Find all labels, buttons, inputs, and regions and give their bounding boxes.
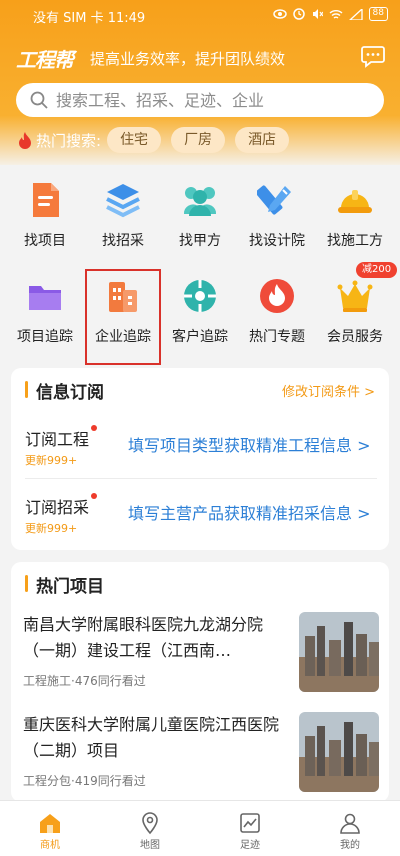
flame-icon: [19, 132, 31, 149]
edit-subscription-link[interactable]: 修改订阅条件 >: [282, 381, 375, 400]
house-icon: [40, 814, 60, 833]
signal-icon: [348, 8, 363, 20]
subscription-row[interactable]: 订阅工程 更新999+ 填写项目类型获取精准工程信息 >: [25, 420, 377, 480]
project-title: 南昌大学附属眼科医院九龙湖分院（一期）建设工程（江西南…: [23, 615, 264, 660]
hot-search-label: 热门搜索:: [36, 131, 102, 150]
project-meta: 工程分包·419同行看过: [23, 774, 146, 788]
eye-icon: [272, 9, 287, 19]
nav-item-me[interactable]: 我的: [300, 801, 400, 856]
vip-discount-badge: 减200: [356, 262, 398, 278]
status-bar: 没有 SIM 卡 11:49 88: [0, 0, 400, 30]
new-dot: [91, 493, 97, 499]
grid-item-project-tracking[interactable]: 项目追踪: [5, 266, 85, 356]
grid-label: 热门专题: [249, 329, 305, 345]
hot-projects-card: 热门项目 南昌大学附属眼科医院九龙湖分院（一期）建设工程（江西南… 工程施工·4…: [11, 562, 389, 802]
mute-icon: [312, 9, 323, 19]
subscription-action-link[interactable]: 填写主营产品获取精准招采信息 >: [128, 500, 371, 524]
grid-item-find-client[interactable]: 找甲方: [160, 170, 240, 260]
fire-icon: [260, 279, 294, 313]
grid-label: 会员服务: [327, 329, 383, 345]
search-input[interactable]: [56, 83, 366, 117]
nav-label: 我的: [340, 840, 360, 851]
grid-item-hot-topics[interactable]: 热门专题: [237, 266, 317, 356]
update-count: 更新999+: [25, 454, 78, 467]
project-thumbnail: [299, 612, 379, 692]
hot-projects-title: 热门项目: [25, 572, 104, 597]
nav-item-map[interactable]: 地图: [100, 801, 200, 856]
hardhat-icon: [338, 190, 372, 213]
grid-label: 找施工方: [327, 233, 383, 249]
subscription-name: 订阅招采: [25, 498, 90, 517]
status-icons: 88: [272, 7, 388, 21]
project-item[interactable]: 重庆医科大学附属儿童医院江西医院（二期）项目 工程分包·419同行看过: [23, 712, 379, 804]
person-icon: [340, 813, 360, 834]
project-title: 重庆医科大学附属儿童医院江西医院（二期）项目: [23, 715, 280, 760]
grid-item-vip-service[interactable]: 会员服务: [315, 266, 395, 356]
wifi-icon: [329, 9, 343, 19]
bottom-nav: 商机 地图 足迹 我的: [0, 800, 400, 856]
subscription-row[interactable]: 订阅招采 更新999+ 填写主营产品获取精准招采信息 >: [25, 488, 377, 548]
crown-icon: [337, 280, 373, 312]
selection-highlight: [85, 269, 161, 365]
new-dot: [91, 425, 97, 431]
grid-label: 找招采: [102, 233, 144, 249]
grid-label: 客户追踪: [172, 329, 228, 345]
alarm-icon: [292, 8, 305, 20]
subscription-action-link[interactable]: 填写项目类型获取精准工程信息 >: [128, 432, 371, 456]
brand-row: 工程帮 提高业务效率，提升团队绩效: [16, 42, 386, 74]
trend-chart-icon: [240, 813, 260, 833]
nav-label: 地图: [140, 840, 160, 851]
nav-label: 足迹: [240, 840, 260, 851]
grid-label: 找项目: [24, 233, 66, 249]
target-icon: [184, 280, 216, 312]
subscription-title: 信息订阅: [25, 378, 104, 403]
chat-icon[interactable]: [360, 44, 386, 68]
nav-item-business[interactable]: 商机: [0, 801, 100, 856]
ruler-pencil-icon: [257, 185, 291, 215]
grid-label: 找设计院: [249, 233, 305, 249]
slogan: 提高业务效率，提升团队绩效: [90, 50, 286, 68]
header: 没有 SIM 卡 11:49 88 工程帮 提高业务效率，提升团队绩效 热门搜索…: [0, 0, 400, 165]
document-icon: [33, 183, 59, 217]
update-count: 更新999+: [25, 522, 78, 535]
subscription-card: 信息订阅 修改订阅条件 > 订阅工程 更新999+ 填写项目类型获取精准工程信息…: [11, 368, 389, 550]
project-thumbnail: [299, 712, 379, 792]
hot-search-chip[interactable]: 酒店: [235, 127, 290, 153]
battery-indicator: 88: [368, 7, 388, 21]
grid-item-find-design-institute[interactable]: 找设计院: [237, 170, 317, 260]
app-logo: 工程帮: [16, 48, 74, 72]
group-icon: [183, 187, 217, 216]
status-carrier-time: 没有 SIM 卡 11:49: [33, 11, 146, 26]
project-item[interactable]: 南昌大学附属眼科医院九龙湖分院（一期）建设工程（江西南… 工程施工·476同行看…: [23, 612, 379, 704]
layers-icon: [106, 184, 140, 218]
nav-item-footprint[interactable]: 足迹: [200, 801, 300, 856]
grid-item-find-project[interactable]: 找项目: [5, 170, 85, 260]
grid-item-find-tender[interactable]: 找招采: [83, 170, 163, 260]
hot-search-row: 热门搜索: 住宅 厂房 酒店: [18, 127, 299, 153]
hot-search-chip[interactable]: 住宅: [107, 127, 162, 153]
divider: [25, 478, 377, 479]
grid-label: 找甲方: [179, 233, 221, 249]
grid-item-find-contractor[interactable]: 找施工方: [315, 170, 395, 260]
grid-label: 项目追踪: [17, 329, 73, 345]
project-meta: 工程施工·476同行看过: [23, 674, 146, 688]
hot-search-chip[interactable]: 厂房: [171, 127, 226, 153]
folder-icon: [29, 286, 61, 310]
grid-item-customer-tracking[interactable]: 客户追踪: [160, 266, 240, 356]
search-bar[interactable]: [16, 83, 384, 117]
nav-label: 商机: [40, 840, 60, 851]
map-pin-icon: [142, 812, 158, 835]
search-icon: [30, 91, 48, 109]
subscription-name: 订阅工程: [25, 430, 90, 449]
feature-grid: 找项目 找招采 找甲方 找设计院 找施工方 项目追踪 企业追踪 客户追踪 热门专…: [0, 170, 400, 358]
